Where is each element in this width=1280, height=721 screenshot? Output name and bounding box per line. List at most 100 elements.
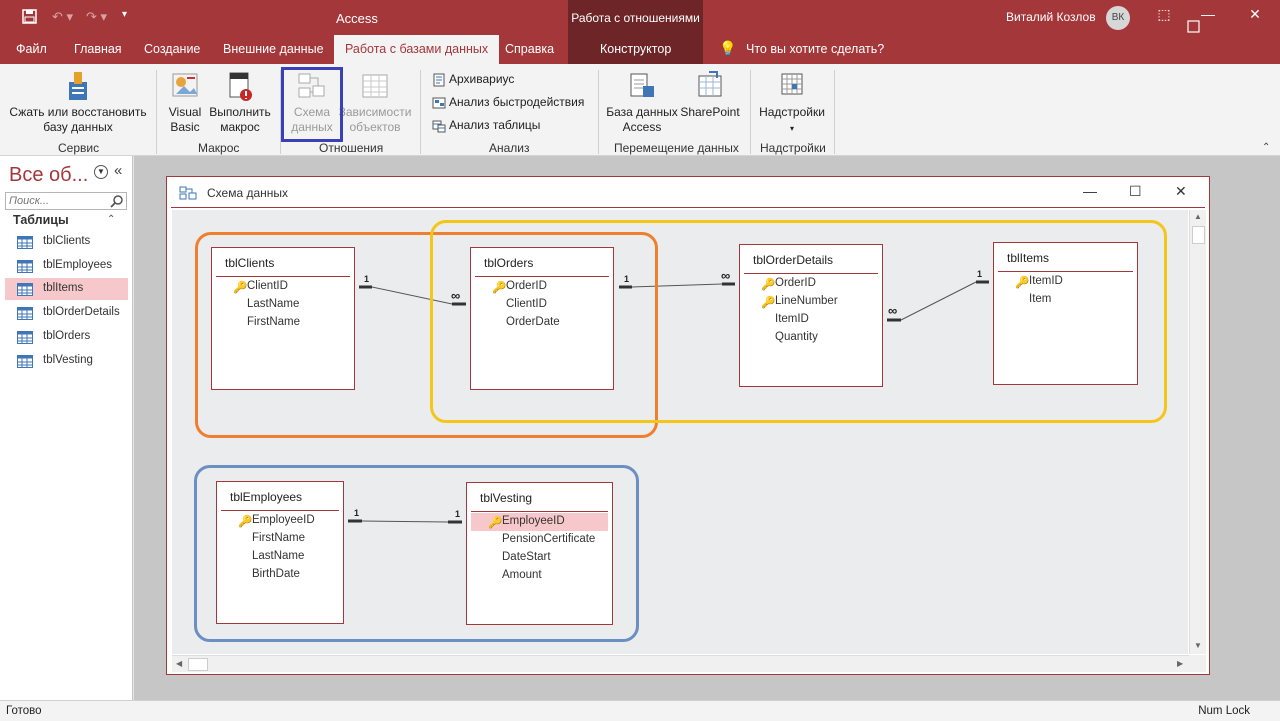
scroll-right-icon[interactable]: ▶ bbox=[1177, 659, 1183, 668]
nav-search-input[interactable] bbox=[6, 193, 106, 209]
vertical-scroll-thumb[interactable] bbox=[1192, 226, 1205, 244]
doc-title-divider bbox=[171, 207, 1205, 208]
nav-item-tblorders[interactable]: tblOrders bbox=[5, 326, 128, 348]
visual-basic-label-1: Visual bbox=[168, 105, 202, 119]
save-icon[interactable] bbox=[22, 9, 37, 27]
access-database-icon bbox=[630, 73, 654, 97]
scroll-corner bbox=[1189, 655, 1206, 672]
analyze-performance-button[interactable]: Анализ быстродействия bbox=[432, 95, 584, 110]
lightbulb-icon[interactable]: 💡 bbox=[719, 40, 736, 57]
nav-item-label: tblOrders bbox=[43, 330, 91, 342]
object-dependencies-button[interactable]: Зависимости объектов bbox=[338, 70, 412, 135]
doc-minimize-button[interactable]: — bbox=[1083, 183, 1097, 199]
group-move-label: Перемещение данных bbox=[614, 141, 739, 155]
scroll-up-icon[interactable]: ▲ bbox=[1194, 212, 1202, 221]
collapse-ribbon-icon[interactable]: ⌃ bbox=[1262, 142, 1270, 153]
addins-dropdown-icon: ▾ bbox=[789, 124, 794, 133]
table-icon bbox=[17, 283, 33, 296]
vertical-scrollbar[interactable]: ▲ ▼ bbox=[1189, 210, 1206, 654]
status-text: Готово bbox=[6, 705, 42, 717]
sharepoint-label: SharePoint bbox=[680, 105, 740, 119]
nav-item-label: tblClients bbox=[43, 235, 91, 247]
sharepoint-button[interactable]: SharePoint bbox=[680, 70, 740, 120]
group-addins-label: Надстройки bbox=[760, 141, 826, 155]
group-service-label: Сервис bbox=[58, 141, 100, 155]
context-title: Работа с отношениями bbox=[571, 11, 700, 25]
nav-item-label: tblOrderDetails bbox=[43, 306, 120, 318]
table-icon bbox=[17, 331, 33, 344]
compact-repair-label-1: Сжать или восстановить bbox=[9, 105, 147, 119]
group-analysis-label: Анализ bbox=[489, 141, 530, 155]
tab-design[interactable]: Конструктор bbox=[600, 42, 671, 56]
restore-icon[interactable] bbox=[1185, 18, 1203, 36]
nav-collapse-icon[interactable]: « bbox=[114, 162, 122, 179]
group-separator bbox=[420, 70, 421, 154]
scroll-left-icon[interactable]: ◀ bbox=[176, 659, 182, 668]
access-database-label-1: База данных bbox=[606, 105, 678, 119]
compact-repair-button[interactable]: Сжать или восстановить базу данных bbox=[8, 68, 148, 135]
avatar[interactable]: ВК bbox=[1106, 6, 1130, 30]
tab-external-data[interactable]: Внешние данные bbox=[223, 42, 324, 56]
group-relations-label: Отношения bbox=[319, 141, 384, 155]
nav-item-tblorderdetails[interactable]: tblOrderDetails bbox=[5, 302, 128, 324]
group-separator bbox=[598, 70, 599, 154]
analyze-performance-icon bbox=[432, 97, 446, 109]
horizontal-scrollbar[interactable]: ◀ ▶ bbox=[172, 655, 1189, 672]
nav-item-label: tblItems bbox=[43, 282, 84, 294]
archiver-button[interactable]: Архивариус bbox=[432, 72, 514, 87]
object-dependencies-icon bbox=[362, 74, 388, 98]
tell-me-field[interactable]: Что вы хотите сделать? bbox=[746, 42, 884, 56]
group-separator bbox=[834, 70, 835, 154]
visual-basic-button[interactable]: Visual Basic bbox=[164, 70, 206, 135]
archiver-label: Архивариус bbox=[449, 72, 515, 86]
nav-item-tblemployees[interactable]: tblEmployees bbox=[5, 255, 128, 277]
user-name[interactable]: Виталий Козлов bbox=[1006, 10, 1096, 24]
nav-section-tables[interactable]: Таблицы bbox=[13, 213, 69, 227]
table-icon bbox=[17, 355, 33, 368]
tab-file[interactable]: Файл bbox=[16, 42, 47, 56]
nav-search-box bbox=[5, 192, 127, 210]
tab-help[interactable]: Справка bbox=[505, 42, 554, 56]
access-database-button[interactable]: База данных Access bbox=[604, 70, 680, 135]
run-macro-button[interactable]: Выполнить макрос bbox=[206, 70, 274, 135]
horizontal-scroll-thumb[interactable] bbox=[188, 658, 208, 671]
nav-item-tblvesting[interactable]: tblVesting bbox=[5, 350, 128, 372]
addins-button[interactable]: Надстройки ▾ bbox=[756, 70, 828, 136]
addins-label: Надстройки bbox=[759, 105, 825, 119]
visual-basic-label-2: Basic bbox=[170, 120, 200, 134]
undo-icon[interactable]: ↶ ▾ bbox=[52, 9, 73, 25]
doc-close-button[interactable]: ✕ bbox=[1175, 183, 1187, 200]
tab-home[interactable]: Главная bbox=[74, 42, 122, 56]
ribbon-display-icon[interactable]: ⬚ bbox=[1154, 6, 1174, 23]
group-macro-label: Макрос bbox=[198, 141, 240, 155]
doc-maximize-button[interactable]: ☐ bbox=[1129, 183, 1142, 200]
search-icon[interactable] bbox=[110, 194, 124, 208]
tab-create[interactable]: Создание bbox=[144, 42, 200, 56]
group-separator bbox=[156, 70, 157, 154]
nav-title[interactable]: Все об... bbox=[9, 164, 88, 187]
close-button[interactable]: ✕ bbox=[1245, 6, 1265, 23]
nav-item-label: tblVesting bbox=[43, 354, 93, 366]
run-macro-label-2: макрос bbox=[220, 120, 260, 134]
nav-menu-icon[interactable]: ▼ bbox=[94, 165, 108, 179]
compact-repair-icon bbox=[69, 72, 87, 100]
scroll-down-icon[interactable]: ▼ bbox=[1194, 641, 1202, 650]
analyze-performance-label: Анализ быстродействия bbox=[449, 95, 585, 109]
customize-qat-icon[interactable]: ▾ bbox=[122, 9, 127, 20]
run-macro-icon bbox=[229, 72, 252, 101]
nav-item-tblclients[interactable]: tblClients bbox=[5, 231, 128, 253]
table-icon bbox=[17, 236, 33, 249]
num-lock-indicator: Num Lock bbox=[1198, 705, 1250, 717]
app-title: Access bbox=[336, 11, 378, 26]
table-icon bbox=[17, 260, 33, 273]
analyze-table-button[interactable]: Анализ таблицы bbox=[432, 118, 540, 133]
nav-item-label: tblEmployees bbox=[43, 259, 113, 271]
redo-icon[interactable]: ↷ ▾ bbox=[86, 9, 107, 25]
chevron-up-icon[interactable]: ⌃ bbox=[107, 214, 115, 225]
relationships-window-title: Схема данных bbox=[207, 186, 289, 200]
group-separator bbox=[750, 70, 751, 154]
nav-item-tblitems[interactable]: tblItems bbox=[5, 278, 128, 300]
group-box-blue bbox=[194, 465, 639, 642]
analyze-table-icon bbox=[432, 120, 446, 133]
tab-database-tools[interactable]: Работа с базами данных bbox=[334, 35, 500, 64]
